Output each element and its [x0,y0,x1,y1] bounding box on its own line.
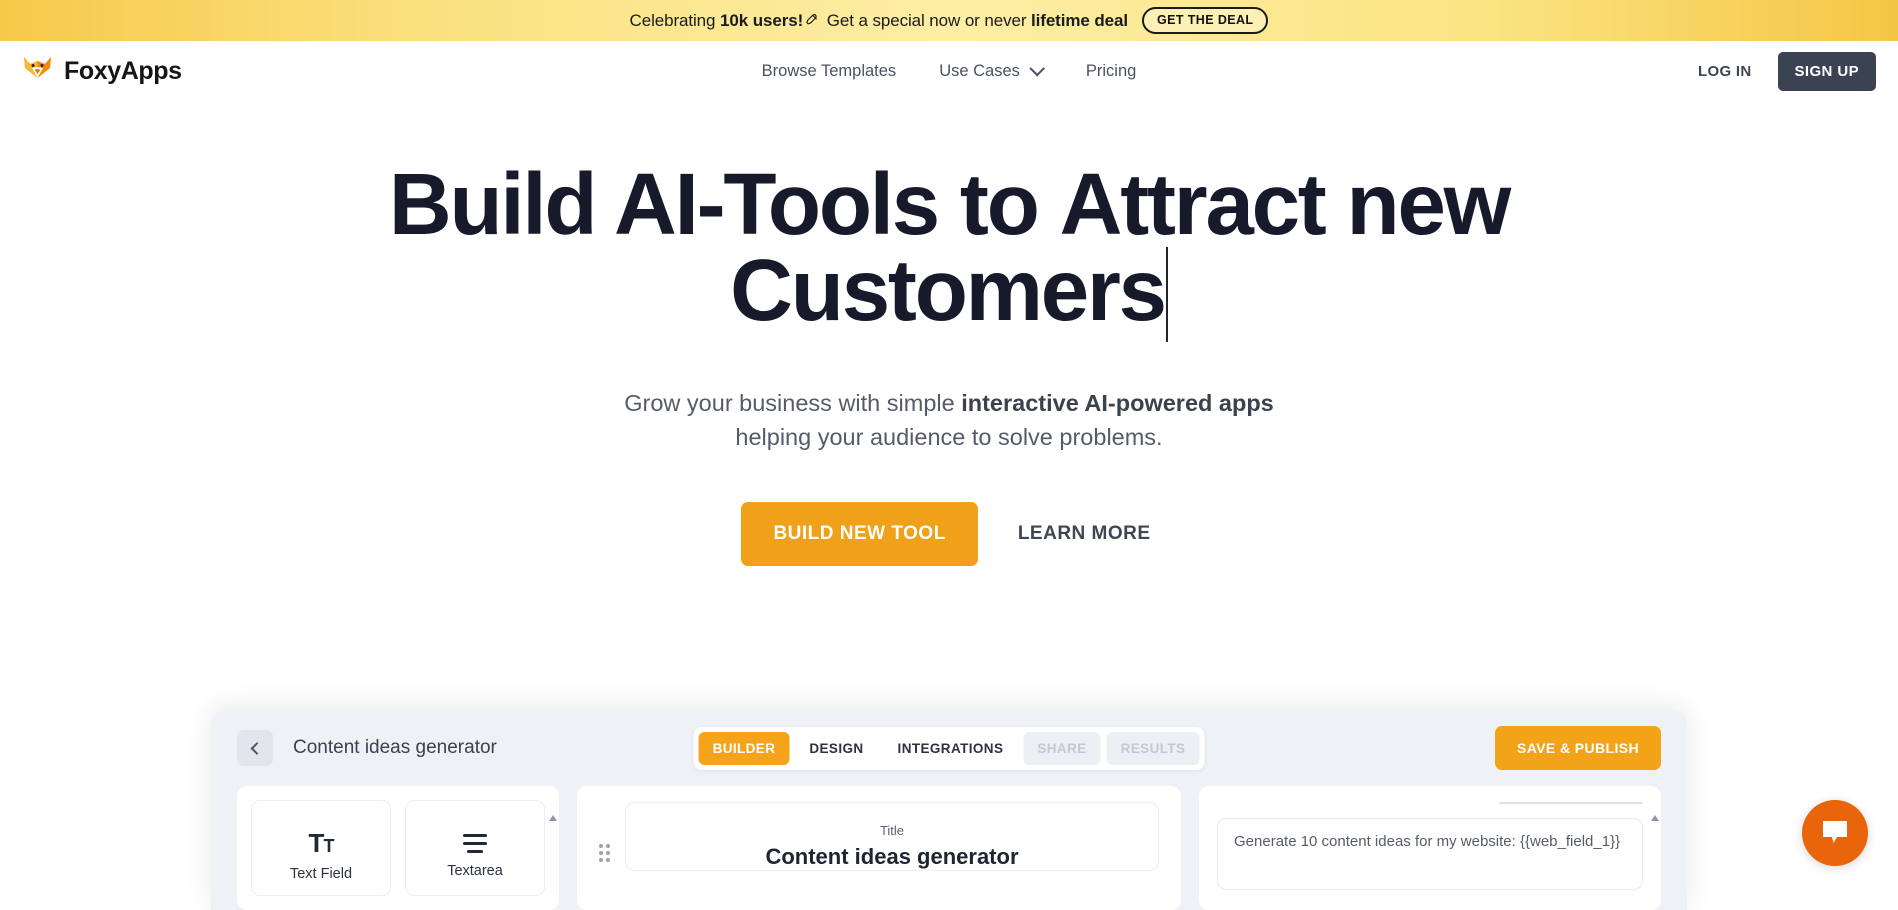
promo-text-bold2: lifetime deal [1031,11,1128,30]
tab-share: SHARE [1023,732,1100,765]
sign-up-button[interactable]: SIGN UP [1778,52,1876,91]
tab-results: RESULTS [1107,732,1200,765]
nav-use-cases[interactable]: Use Cases [939,62,1043,81]
brand-name: FoxyApps [64,57,182,86]
tab-builder[interactable]: BUILDER [699,732,790,765]
rocket-icon [805,12,820,32]
app-preview: Content ideas generator BUILDER DESIGN I… [211,710,1687,910]
main-nav: Browse Templates Use Cases Pricing [762,62,1137,81]
page-title: Build AI-Tools to Attract newCustomers [269,163,1629,342]
get-the-deal-button[interactable]: GET THE DEAL [1142,7,1268,35]
nav-browse-templates[interactable]: Browse Templates [762,62,897,81]
scroll-up-icon [549,798,557,821]
chevron-left-icon [250,742,263,755]
app-title: Content ideas generator [293,737,497,759]
brand-logo[interactable]: FoxyApps [22,55,182,88]
hero-title-highlight-1: Attract new [1060,163,1510,247]
promo-text: Celebrating 10k users! Get a special now… [630,11,1128,31]
hero-cta-group: BUILD NEW TOOL LEARN MORE [0,502,1898,566]
prompt-panel: Generate 10 content ideas for my website… [1199,786,1661,910]
learn-more-button[interactable]: LEARN MORE [1012,502,1157,566]
hero-subtitle-part2: helping your audience to solve problems. [735,424,1162,450]
hero-title-highlight-2: Customers [730,249,1165,333]
palette-scrollbar[interactable] [549,798,554,898]
prompt-scrollbar[interactable] [1651,798,1656,898]
hero-title-part1: Build AI-Tools to [389,156,1060,253]
hero-subtitle-bold: interactive AI-powered apps [961,390,1274,416]
app-tabs: BUILDER DESIGN INTEGRATIONS SHARE RESULT… [694,727,1205,770]
hero-subtitle: Grow your business with simple interacti… [599,386,1299,454]
log-in-link[interactable]: LOG IN [1698,63,1751,80]
promo-text-before: Celebrating [630,11,720,30]
widget-palette-panel: TT Text Field Textarea [237,786,559,910]
scroll-up-icon [1651,798,1659,821]
widget-card-text-field[interactable]: TT Text Field [251,800,391,896]
chat-widget-button[interactable] [1802,800,1868,866]
hero-section: Build AI-Tools to Attract newCustomers G… [0,101,1898,566]
tab-design[interactable]: DESIGN [795,732,877,765]
back-button[interactable] [237,730,273,766]
drag-handle-icon[interactable] [599,844,611,862]
build-new-tool-button[interactable]: BUILD NEW TOOL [741,502,977,566]
nav-use-cases-label: Use Cases [939,62,1020,81]
save-and-publish-button[interactable]: SAVE & PUBLISH [1495,726,1661,770]
promo-text-bold: 10k users! [720,11,803,30]
text-caret [1166,247,1168,342]
app-toolbar: Content ideas generator BUILDER DESIGN I… [211,710,1687,786]
chat-bubble-icon [1820,818,1850,849]
widget-card-textarea[interactable]: Textarea [405,800,545,896]
chevron-down-icon [1030,60,1046,76]
form-canvas-panel: Title Content ideas generator [577,786,1181,910]
site-header: FoxyApps Browse Templates Use Cases Pric… [0,41,1898,101]
promo-banner: Celebrating 10k users! Get a special now… [0,0,1898,41]
nav-pricing[interactable]: Pricing [1086,62,1136,81]
panel-divider [1499,802,1643,804]
promo-text-middle: Get a special now or never [822,11,1031,30]
form-title-block[interactable]: Title Content ideas generator [625,802,1159,871]
prompt-input[interactable]: Generate 10 content ideas for my website… [1217,818,1643,890]
tab-integrations[interactable]: INTEGRATIONS [884,732,1018,765]
form-title-value: Content ideas generator [636,844,1148,870]
fox-logo-icon [22,55,53,88]
hero-subtitle-part1: Grow your business with simple [624,390,961,416]
widget-card-text-field-label: Text Field [290,866,352,882]
header-actions: LOG IN SIGN UP [1698,52,1876,91]
text-field-icon: TT [309,830,334,856]
form-title-label: Title [636,823,1148,838]
textarea-icon [463,834,487,853]
app-body: TT Text Field Textarea Title Content ide… [211,786,1687,910]
widget-card-textarea-label: Textarea [447,863,503,879]
nav-browse-templates-label: Browse Templates [762,62,897,81]
nav-pricing-label: Pricing [1086,62,1136,81]
